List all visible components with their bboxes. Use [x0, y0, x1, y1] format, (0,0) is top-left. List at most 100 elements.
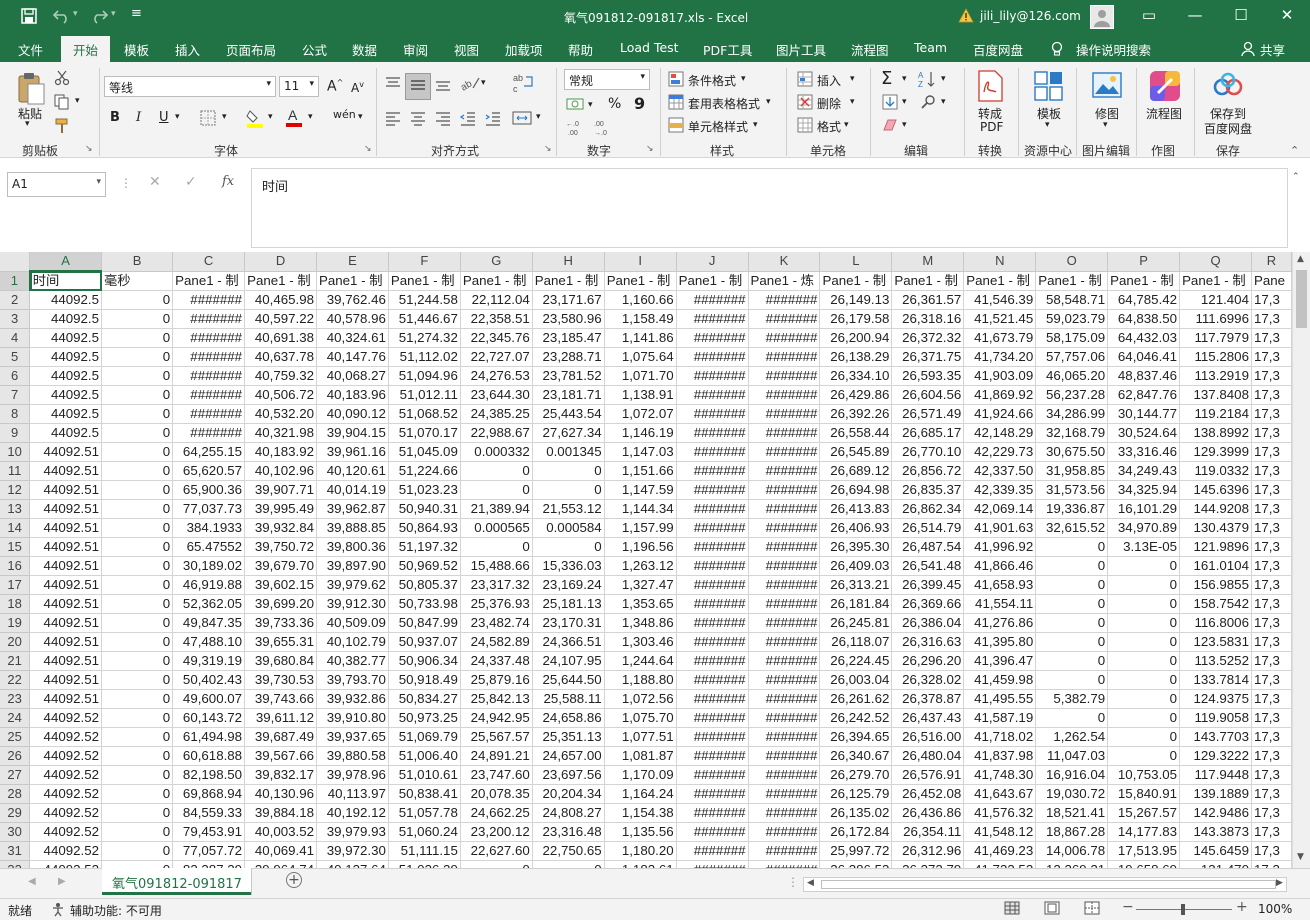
copy-dropdown-icon[interactable]: ▾: [75, 96, 80, 106]
cell[interactable]: Pane1 - 制: [1107, 271, 1181, 291]
cell[interactable]: #######: [676, 461, 749, 481]
row-header[interactable]: 30: [0, 822, 31, 842]
cell[interactable]: 21,553.12: [532, 499, 605, 519]
cell[interactable]: 40,120.61: [316, 461, 389, 481]
cell[interactable]: 0: [101, 518, 174, 538]
baidu-netdisk-icon[interactable]: [1213, 72, 1243, 101]
cell[interactable]: 143.7703: [1179, 727, 1252, 747]
cell[interactable]: 41,469.23: [963, 841, 1037, 861]
cell[interactable]: 59,023.79: [1035, 309, 1109, 329]
cell[interactable]: 50,838.41: [388, 784, 461, 804]
cell[interactable]: 1,303.46: [604, 632, 677, 652]
cell[interactable]: 41,548.12: [963, 822, 1037, 842]
cell[interactable]: 24,658.86: [532, 708, 605, 728]
zoom-in-button[interactable]: +: [1236, 899, 1248, 915]
column-header[interactable]: M: [891, 252, 965, 272]
tab-formulas[interactable]: 公式: [302, 40, 327, 59]
cell[interactable]: 158.7542: [1179, 594, 1252, 614]
borders-icon[interactable]: [200, 110, 216, 129]
cell[interactable]: 0: [101, 537, 174, 557]
cell[interactable]: Pane1 - 制: [891, 271, 965, 291]
paste-icon[interactable]: [16, 72, 46, 109]
formula-input[interactable]: 时间: [251, 168, 1288, 248]
cell[interactable]: 42,229.73: [963, 442, 1037, 462]
cell[interactable]: 40,090.12: [316, 404, 389, 424]
cell[interactable]: 44092.51: [29, 499, 103, 519]
cell[interactable]: 44092.5: [29, 290, 103, 310]
underline-dropdown-icon[interactable]: ▾: [175, 112, 180, 122]
cell[interactable]: 39,932.86: [316, 689, 389, 709]
cell[interactable]: 64,838.50: [1107, 309, 1181, 329]
row-header[interactable]: 17: [0, 575, 31, 595]
undo-icon[interactable]: [52, 7, 72, 29]
cell[interactable]: 26,354.11: [891, 822, 965, 842]
merge-dropdown-icon[interactable]: ▾: [536, 112, 541, 122]
cell[interactable]: #######: [676, 328, 749, 348]
cell[interactable]: 50,864.93: [388, 518, 461, 538]
cell[interactable]: 1,164.24: [604, 784, 677, 804]
cell[interactable]: 24,657.00: [532, 746, 605, 766]
cell[interactable]: 0: [1107, 613, 1181, 633]
cell[interactable]: 384.1933: [172, 518, 246, 538]
cell[interactable]: #######: [676, 556, 749, 576]
cell[interactable]: #######: [748, 746, 821, 766]
cell[interactable]: 17,3: [1251, 537, 1292, 557]
cell[interactable]: 41,459.98: [963, 670, 1037, 690]
cell[interactable]: #######: [748, 784, 821, 804]
cell-styles-dropdown-icon[interactable]: ▾: [753, 120, 758, 130]
cell[interactable]: 1,075.64: [604, 347, 677, 367]
cell[interactable]: 44092.5: [29, 404, 103, 424]
cell[interactable]: 39,730.53: [244, 670, 317, 690]
font-color-icon[interactable]: A: [285, 106, 303, 131]
cell[interactable]: 40,183.92: [244, 442, 317, 462]
collapse-ribbon-icon[interactable]: ⌃: [1290, 144, 1299, 157]
cell[interactable]: 51,112.02: [388, 347, 461, 367]
cell[interactable]: 0.000332: [460, 442, 533, 462]
cell[interactable]: 24,891.21: [460, 746, 533, 766]
cell[interactable]: 18,521.41: [1035, 803, 1109, 823]
redo-icon[interactable]: [89, 7, 109, 29]
tab-baidu-netdisk[interactable]: 百度网盘: [973, 40, 1023, 59]
cell[interactable]: 26,399.45: [891, 575, 965, 595]
cell[interactable]: 50,969.52: [388, 556, 461, 576]
cell[interactable]: #######: [676, 613, 749, 633]
cell[interactable]: 26,372.32: [891, 328, 965, 348]
delete-cells-icon[interactable]: [797, 94, 813, 113]
number-format-select[interactable]: 常规 ▾: [564, 69, 650, 90]
cell[interactable]: 26,200.94: [819, 328, 893, 348]
cell[interactable]: 69,868.94: [172, 784, 246, 804]
cell[interactable]: 39,762.46: [316, 290, 389, 310]
column-header[interactable]: A: [29, 252, 103, 272]
cell[interactable]: 0: [1107, 556, 1181, 576]
cell[interactable]: 26,571.49: [891, 404, 965, 424]
cell[interactable]: 17,3: [1251, 670, 1292, 690]
ribbon-display-options-icon[interactable]: ▭: [1126, 6, 1172, 24]
cell[interactable]: 41,587.19: [963, 708, 1037, 728]
increase-indent-icon[interactable]: [484, 110, 502, 129]
cell[interactable]: Pane1 - 炼: [748, 271, 821, 291]
cell[interactable]: #######: [748, 442, 821, 462]
cell[interactable]: 0: [1035, 556, 1109, 576]
cell[interactable]: 46,919.88: [172, 575, 246, 595]
cell[interactable]: 44092.5: [29, 328, 103, 348]
fill-dropdown-icon[interactable]: ▾: [902, 97, 907, 107]
column-header[interactable]: L: [819, 252, 893, 272]
decrease-indent-icon[interactable]: [459, 110, 477, 129]
cell[interactable]: 26,003.04: [819, 670, 893, 690]
cell[interactable]: 40,321.98: [244, 423, 317, 443]
cell[interactable]: 26,371.75: [891, 347, 965, 367]
cell[interactable]: 52,362.05: [172, 594, 246, 614]
cell[interactable]: 51,070.17: [388, 423, 461, 443]
sort-dropdown-icon[interactable]: ▾: [941, 74, 946, 84]
cell[interactable]: 130.4379: [1179, 518, 1252, 538]
cell[interactable]: 26,514.79: [891, 518, 965, 538]
cell[interactable]: 129.3999: [1179, 442, 1252, 462]
orientation-icon[interactable]: ab: [459, 74, 481, 95]
cell[interactable]: 0: [101, 803, 174, 823]
number-launcher-icon[interactable]: ↘: [646, 144, 654, 154]
cell[interactable]: #######: [676, 385, 749, 405]
cell[interactable]: 39,750.72: [244, 537, 317, 557]
cell[interactable]: 41,718.02: [963, 727, 1037, 747]
row-header[interactable]: 25: [0, 727, 31, 747]
cell[interactable]: 26,392.26: [819, 404, 893, 424]
